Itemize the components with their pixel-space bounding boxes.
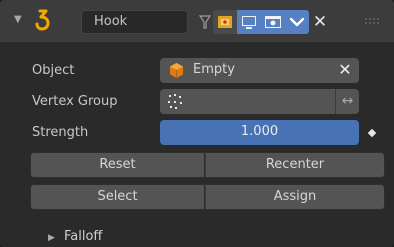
close-icon[interactable]: ✕ xyxy=(309,10,331,34)
object-field[interactable]: Empty ✕ xyxy=(160,58,359,83)
empty-object-icon xyxy=(168,62,185,79)
drag-handle-icon[interactable] xyxy=(364,14,380,28)
falloff-expand-icon[interactable]: ▶ xyxy=(48,233,55,243)
keyframe-decorator-icon[interactable] xyxy=(367,128,377,138)
invert-vertex-group-icon[interactable]: ↔ xyxy=(335,89,359,114)
modifier-name-field[interactable]: Hook xyxy=(81,10,188,34)
assign-button[interactable]: Assign xyxy=(205,184,385,210)
hook-modifier-icon xyxy=(34,9,52,31)
chevron-down-icon[interactable] xyxy=(285,10,309,34)
select-button[interactable]: Select xyxy=(30,184,205,210)
modifier-header: ▼ Hook ✕ xyxy=(0,0,394,42)
vertex-group-icon xyxy=(166,93,184,110)
object-value: Empty xyxy=(193,62,235,77)
disclosure-triangle-icon[interactable]: ▼ xyxy=(14,13,24,27)
realtime-viewport-icon[interactable] xyxy=(237,10,261,34)
falloff-subpanel-header[interactable]: Falloff xyxy=(64,229,102,244)
vertex-group-label: Vertex Group xyxy=(32,94,118,109)
strength-slider[interactable]: 1.000 xyxy=(160,120,359,145)
modifier-name-text: Hook xyxy=(94,14,128,29)
object-label: Object xyxy=(32,63,75,78)
vertex-group-field[interactable] xyxy=(160,89,335,114)
reset-button[interactable]: Reset xyxy=(30,152,205,178)
edit-mode-icon[interactable] xyxy=(213,10,237,34)
strength-value: 1.000 xyxy=(240,124,279,139)
clear-object-icon[interactable]: ✕ xyxy=(336,61,354,79)
recenter-button[interactable]: Recenter xyxy=(205,152,385,178)
render-icon[interactable] xyxy=(261,10,285,34)
hook-modifier-panel: ▼ Hook ✕ Object Empty ✕ Vertex Group ↔ S… xyxy=(0,0,394,247)
strength-label: Strength xyxy=(32,125,89,140)
